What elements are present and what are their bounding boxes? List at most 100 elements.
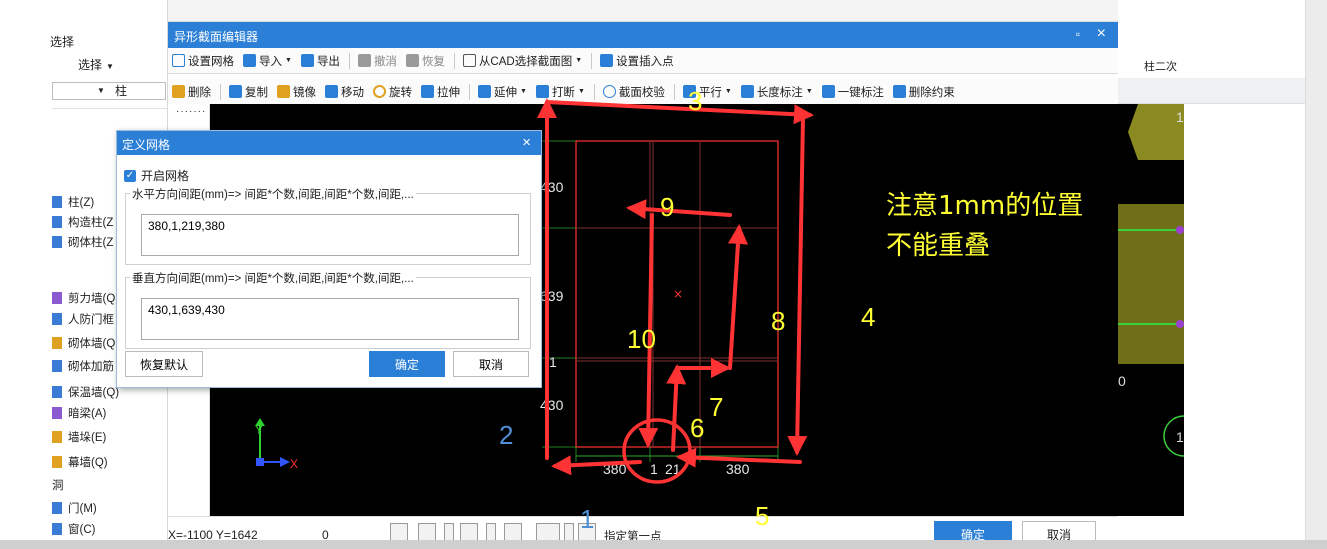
close-icon[interactable]: × [522,134,531,151]
delete-label: 删除 [188,86,211,99]
tree-item-shear-wall[interactable]: 剪力墙(Q [52,288,115,308]
extend-label: 延伸 [494,86,517,99]
chevron-down-icon: ▼ [805,88,813,95]
tree-group-opening[interactable]: 洞 [52,475,64,495]
cad-select-button[interactable]: 从CAD选择截面图 ▼ [462,53,582,69]
tree-item-hidden-beam[interactable]: 暗梁(A) [52,403,106,423]
tree-item-civil-defense-door-frame[interactable]: 人防门框 [52,309,114,329]
tree-item-construction-column[interactable]: 构造柱(Z [52,212,113,232]
toolbar-separator [673,83,675,100]
rotate-button[interactable]: 旋转 [373,84,412,100]
break-icon [535,85,549,98]
dimension-icon [740,85,754,98]
stretch-button[interactable]: 拉伸 [421,84,460,100]
polar-toggle[interactable] [504,523,522,541]
parallel-button[interactable]: 平行 ▼ [682,84,732,100]
set-insert-point-button[interactable]: 设置插入点 [600,53,674,69]
auto-dimension-button[interactable]: 一键标注 [821,84,884,100]
background-canvas: 1 0 1 [1118,104,1184,516]
toolbar-separator [220,83,221,100]
redo-icon [405,54,419,67]
dialog-cancel-button[interactable]: 取消 [453,351,529,377]
window-bottom-edge [0,540,1327,549]
auto-dimension-label: 一键标注 [837,86,884,99]
vertical-spacing-input[interactable]: 430,1,639,430 [141,298,519,340]
window-icon [52,523,62,535]
enable-grid-checkbox[interactable]: ✓ 开启网格 [124,167,189,184]
command-prompt-icon[interactable] [578,523,596,541]
maximize-icon[interactable]: ▫ [1076,27,1080,41]
insert-point-icon [600,54,614,67]
tree-item-wall-pier[interactable]: 墙垛(E) [52,427,106,447]
section-check-button[interactable]: 截面校验 [602,84,665,100]
masonry-reinforcement-icon [52,360,62,372]
toolbar-separator [348,52,350,69]
restore-defaults-button[interactable]: 恢复默认 [125,351,203,377]
snap-toggle[interactable] [418,523,436,541]
select-dropdown[interactable]: 选择 ▼ [78,56,114,73]
chevron-down-icon: ▼ [577,88,585,95]
tree-item-window[interactable]: 窗(C) [52,519,95,539]
axis-y-label: Y [255,423,263,437]
move-label: 移动 [341,86,364,99]
tree-item-masonry-wall[interactable]: 砌体墙(Q [52,333,115,353]
grip-icon[interactable]: ······· [176,106,206,117]
dim-label-horizontal: 21 [665,461,681,477]
export-label: 导出 [316,55,340,68]
dim-label-horizontal: 380 [603,461,627,477]
remove-constraint-button[interactable]: 删除约束 [892,84,955,100]
curtain-wall-icon [52,456,62,468]
editor-titlebar: 异形截面编辑器 ▫ × [168,22,1118,48]
export-button[interactable]: 导出 [300,53,340,69]
set-grid-label: 设置网格 [188,55,234,68]
move-button[interactable]: 移动 [325,84,364,100]
scrollbar[interactable] [1305,0,1327,549]
delete-button[interactable]: 删除 [172,84,211,100]
tree-item-label: 柱(Z) [68,197,95,209]
cad-select-icon [462,54,476,67]
chevron-down-icon[interactable] [444,523,454,541]
toolbar-separator [453,52,455,69]
rotate-label: 旋转 [389,86,412,99]
import-button[interactable]: 导入 ▼ [243,53,292,69]
grid-snap-toggle[interactable] [460,523,478,541]
dynamic-input-toggle[interactable] [536,523,560,541]
tree-item-masonry-reinforcement[interactable]: 砌体加筋 [52,356,114,376]
horizontal-spacing-input[interactable]: 380,1,219,380 [141,214,519,256]
copy-label: 复制 [245,86,268,99]
ortho-toggle[interactable] [390,523,408,541]
redo-label: 恢复 [421,55,445,68]
right-panel: 柱二次 1 0 1 [1118,0,1327,549]
redo-button[interactable]: 恢复 [405,53,445,69]
tree-item-column[interactable]: 柱(Z) [52,192,94,212]
chevron-down-icon[interactable] [564,523,574,541]
column-icon [52,196,62,208]
editor-toolbar-drawing: 删除 复制 镜像 移动 旋转 拉伸 延伸 ▼ 打断 ▼ 截面校验 平行 ▼ 长度标注 ▼… [168,79,1118,105]
tree-item-label: 暗梁(A) [68,408,107,420]
length-dimension-button[interactable]: 长度标注 ▼ [740,84,813,100]
tree-item-insulation-wall[interactable]: 保温墙(Q) [52,382,119,402]
extend-button[interactable]: 延伸 ▼ [478,84,527,100]
tree-item-curtain-wall[interactable]: 幕墙(Q) [52,452,108,472]
break-button[interactable]: 打断 ▼ [535,84,585,100]
tree-item-label: 构造柱(Z [68,217,114,229]
chevron-down-icon[interactable] [486,523,496,541]
hidden-beam-icon [52,407,62,419]
component-type-combo[interactable]: ▼ 柱 [52,82,166,100]
tree-item-masonry-column[interactable]: 砌体柱(Z [52,232,113,252]
wall-pier-icon [52,431,62,443]
vertical-spacing-label: 垂直方向间距(mm)=> 间距*个数,间距,间距*个数,间距,... [130,270,416,286]
dialog-ok-button[interactable]: 确定 [369,351,445,377]
dim-label-vertical: 430 [540,397,564,413]
set-grid-button[interactable]: 设置网格 [172,53,234,69]
stretch-icon [421,85,434,98]
mirror-button[interactable]: 镜像 [277,84,316,100]
enable-grid-label: 开启网格 [141,169,190,183]
tree-item-door[interactable]: 门(M) [52,498,97,518]
door-frame-icon [52,313,62,325]
tree-item-label: 窗(C) [68,524,96,536]
copy-button[interactable]: 复制 [229,84,268,100]
undo-button[interactable]: 撤消 [357,53,397,69]
stretch-label: 拉伸 [437,86,460,99]
close-icon[interactable]: × [1097,25,1106,43]
